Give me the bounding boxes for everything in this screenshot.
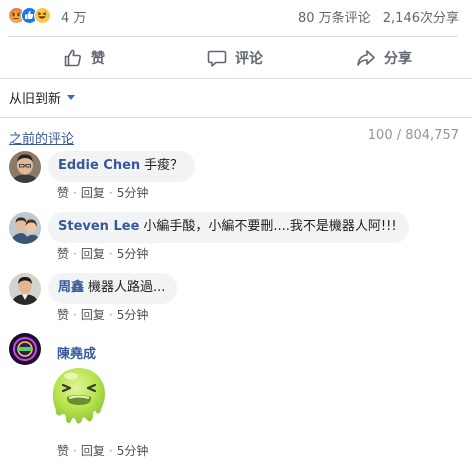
haha-reaction-icon [34,7,51,24]
avatar[interactable] [9,151,41,183]
avatar[interactable] [9,212,41,244]
comment-like-link[interactable]: 赞 [57,444,69,458]
comment-bubble-icon [207,48,227,68]
comment-bubble: Steven Lee 小編手酸，小編不要刪....我不是機器人阿!!! [48,212,409,243]
avatar[interactable] [9,333,41,365]
comment-like-link[interactable]: 赞 [57,308,69,322]
comment-sort-dropdown[interactable]: 从旧到新 [9,88,76,107]
comment-text: 手痠？ [144,158,184,173]
sort-label: 从旧到新 [9,92,62,107]
comment-like-link[interactable]: 赞 [57,186,69,200]
comment-timestamp[interactable]: 5分钟 [117,247,149,261]
divider [0,117,472,118]
comment-timestamp[interactable]: 5分钟 [117,308,149,322]
comment-bubble: Eddie Chen 手痠？ [48,151,196,182]
comment-reply-link[interactable]: 回复 [81,308,105,322]
comment-reply-link[interactable]: 回复 [81,444,105,458]
share-count[interactable]: 2,146次分享 [383,11,459,26]
comment-share-stats: 80 万条评论 2,146次分享 [298,7,459,26]
comment-button-label: 评论 [235,51,263,67]
divider [0,78,472,79]
divider [8,36,458,37]
comment-like-link[interactable]: 赞 [57,247,69,261]
comment-count[interactable]: 80 万条评论 [298,11,371,26]
comment-text: 小編手酸，小編不要刪....我不是機器人阿!!! [143,219,397,234]
comment-actions: 赞 · 回复 · 5分钟 [57,247,149,261]
comment-author[interactable]: Steven Lee [58,219,139,234]
like-button-label: 赞 [91,51,105,67]
vomit-face-sticker [49,366,109,428]
comment-actions: 赞 · 回复 · 5分钟 [57,308,149,322]
comment-bubble: 周鑫 機器人路過... [48,273,178,304]
engagement-stats: 4 万 80 万条评论 2,146次分享 [0,0,472,32]
previous-comments-row: 之前的评论 100 / 804,757 [0,128,472,148]
previous-comments-link[interactable]: 之前的评论 [9,128,74,147]
share-arrow-icon [356,48,376,68]
comment-timestamp[interactable]: 5分钟 [117,186,149,200]
reaction-count[interactable]: 4 万 [61,7,86,26]
comment-actions: 赞 · 回复 · 5分钟 [57,186,149,200]
comment-author[interactable]: 周鑫 [58,280,84,295]
action-bar: 赞 评论 分享 [0,38,472,78]
avatar[interactable] [9,273,41,305]
comment-reply-link[interactable]: 回复 [81,247,105,261]
comment-reply-link[interactable]: 回复 [81,186,105,200]
share-button-label: 分享 [384,51,412,67]
like-button[interactable]: 赞 [63,38,105,78]
comment-actions: 赞 · 回复 · 5分钟 [57,444,149,458]
comment-button[interactable]: 评论 [207,38,263,78]
comment-author[interactable]: Eddie Chen [58,158,140,173]
comment-text: 機器人路過... [88,280,166,295]
comment-author[interactable]: 陳堯成 [57,343,96,362]
comment-timestamp[interactable]: 5分钟 [117,444,149,458]
comment-pager-count: 100 / 804,757 [367,128,459,143]
share-button[interactable]: 分享 [356,38,412,78]
caret-down-icon [67,95,76,100]
thumbs-up-icon [63,48,83,68]
